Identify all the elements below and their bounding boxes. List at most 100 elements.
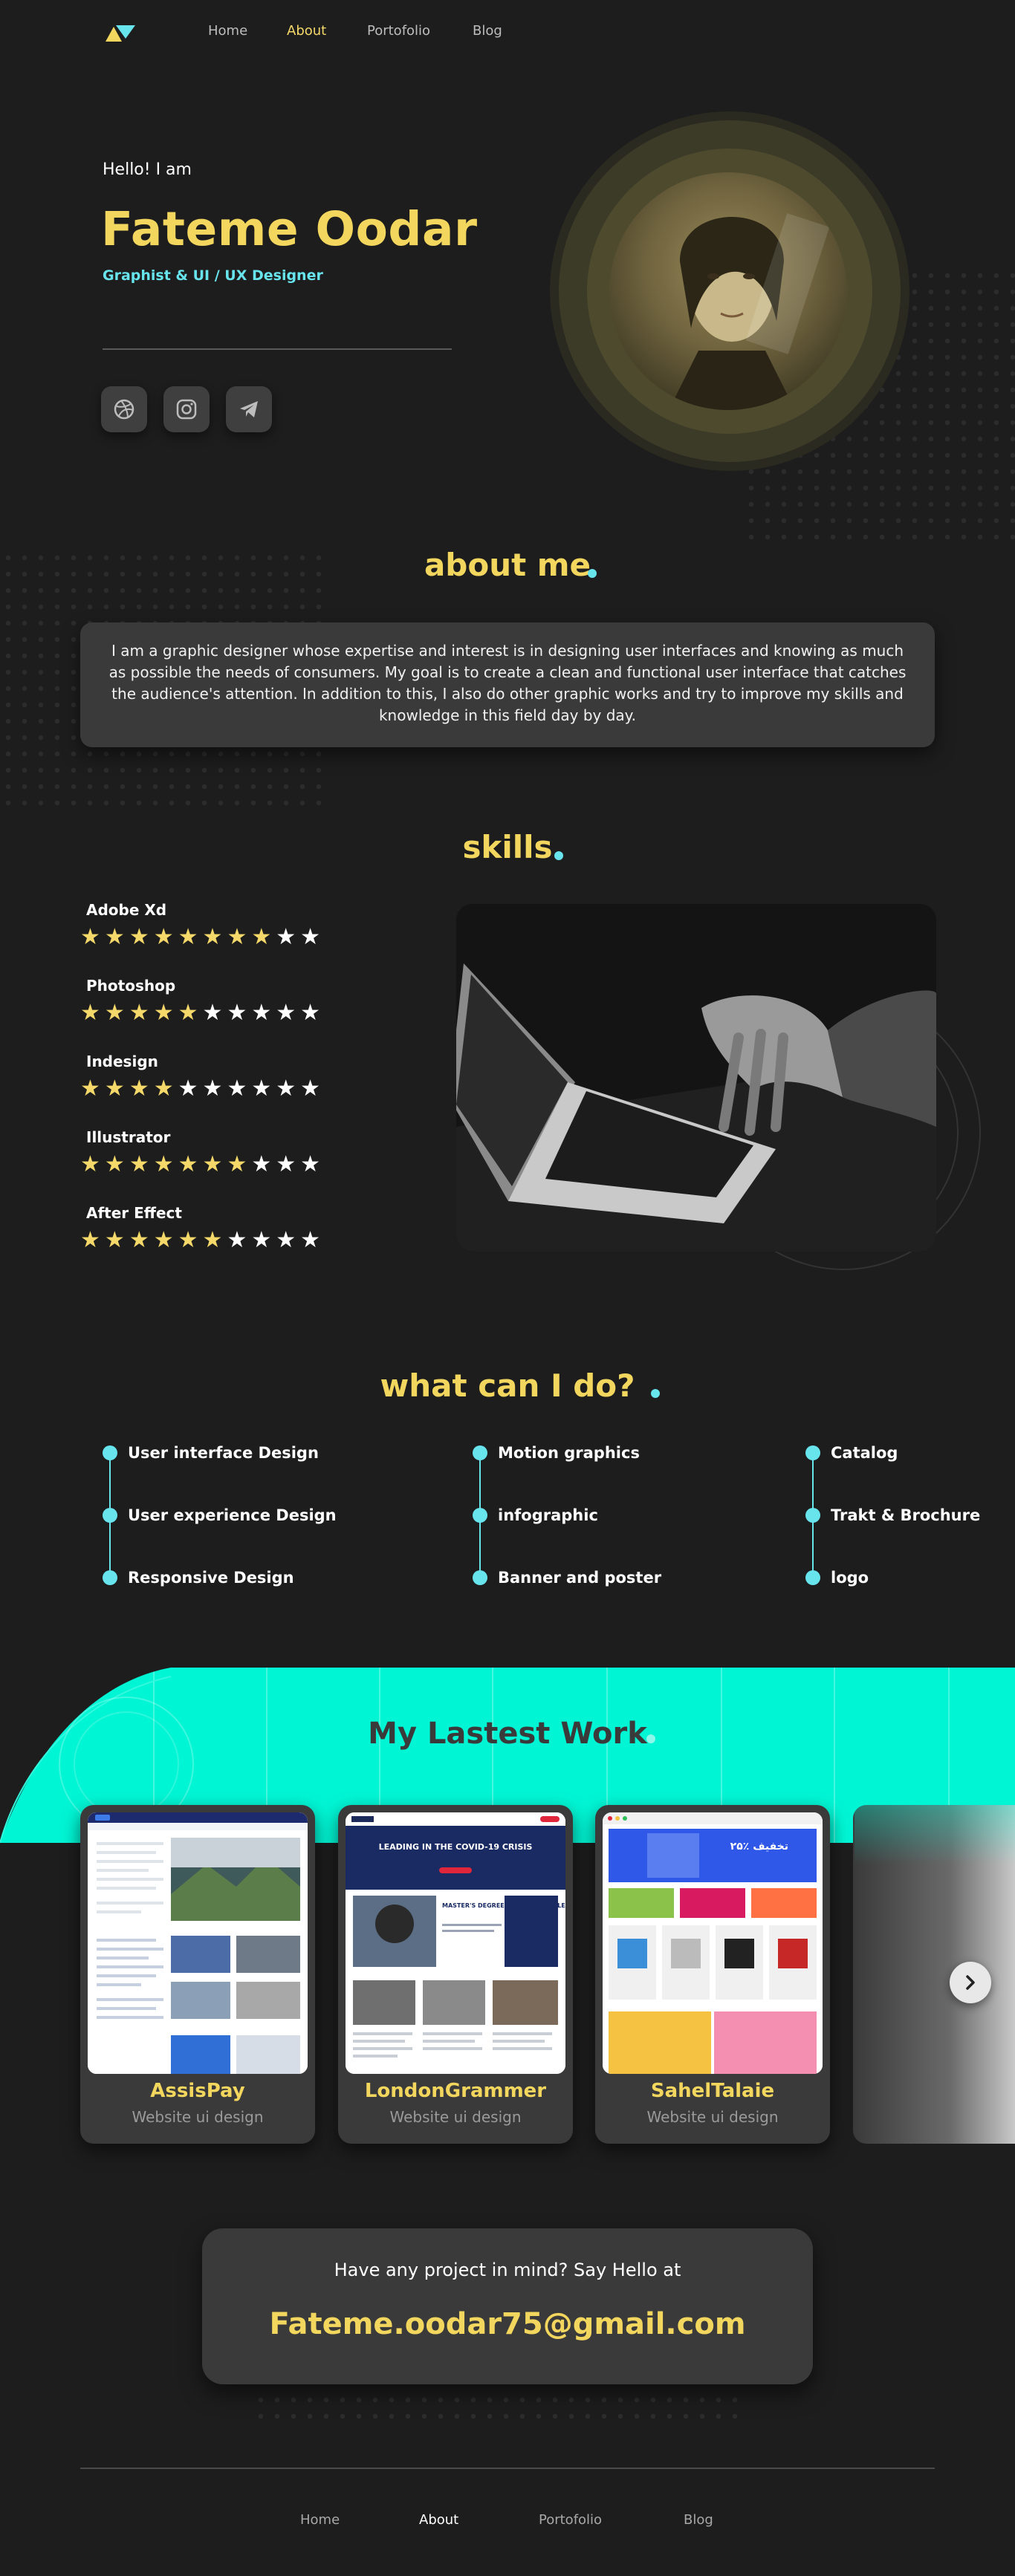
- hero-name: Fateme Oodar: [101, 202, 478, 256]
- card-fade: [855, 1805, 1015, 1864]
- nav-about[interactable]: About: [287, 23, 326, 39]
- star-icon: ★: [80, 1151, 105, 1177]
- skill-rating: ★★★★★★★★★★: [80, 1154, 325, 1176]
- title-dot: [651, 1389, 660, 1398]
- star-icon: ★: [178, 1151, 203, 1177]
- bullet-icon: [805, 1570, 820, 1585]
- about-title: about me: [424, 547, 591, 583]
- star-icon: ★: [178, 1000, 203, 1026]
- instagram-icon: [176, 399, 197, 420]
- saheltalaie-preview: ۲۵٪ تخفیف: [603, 1812, 823, 2074]
- hero-greeting: Hello! I am: [103, 160, 192, 179]
- card-title: AssisPay: [150, 2080, 245, 2102]
- service-label: logo: [831, 1569, 869, 1587]
- star-icon: ★: [227, 924, 252, 950]
- star-icon: ★: [202, 1000, 227, 1026]
- footer-home[interactable]: Home: [300, 2512, 340, 2528]
- telegram-icon: [240, 401, 258, 417]
- work-card-saheltalaie[interactable]: ۲۵٪ تخفیف SahelTalaie Website ui design: [595, 1805, 830, 2144]
- service-label: Banner and poster: [498, 1569, 662, 1587]
- work-card-londongrammer[interactable]: LEADING IN THE COVID-19 CRISIS MASTER'S …: [338, 1805, 573, 2144]
- skill-name: Adobe Xd: [86, 901, 167, 919]
- service-item: Banner and poster: [473, 1569, 661, 1587]
- nav-blog[interactable]: Blog: [473, 23, 502, 39]
- logo-icon[interactable]: [103, 22, 137, 43]
- star-icon: ★: [276, 1227, 301, 1253]
- service-label: User interface Design: [128, 1444, 319, 1462]
- star-icon: ★: [251, 1076, 276, 1102]
- star-icon: ★: [104, 1227, 129, 1253]
- skill-name: After Effect: [86, 1204, 182, 1222]
- dribbble-button[interactable]: [101, 386, 147, 432]
- footer-blog[interactable]: Blog: [684, 2512, 713, 2528]
- instagram-button[interactable]: [163, 386, 210, 432]
- star-icon: ★: [129, 1076, 154, 1102]
- service-item: Responsive Design: [103, 1569, 294, 1587]
- service-item: Trakt & Brochure: [805, 1506, 980, 1524]
- star-icon: ★: [300, 1000, 325, 1026]
- card-title: LondonGrammer: [364, 2080, 547, 2102]
- star-icon: ★: [202, 1227, 227, 1253]
- star-icon: ★: [153, 1227, 178, 1253]
- skill-rating: ★★★★★★★★★★: [80, 926, 325, 949]
- star-icon: ★: [300, 1151, 325, 1177]
- service-label: Trakt & Brochure: [831, 1506, 981, 1524]
- footer-portofolio[interactable]: Portofolio: [539, 2512, 602, 2528]
- bullet-icon: [805, 1445, 820, 1460]
- hero-role: Graphist & UI / UX Designer: [103, 267, 323, 284]
- card-title: SahelTalaie: [650, 2080, 775, 2102]
- nav-portofolio[interactable]: Portofolio: [367, 23, 430, 39]
- service-label: User experience Design: [128, 1506, 337, 1524]
- service-item: Catalog: [805, 1444, 898, 1462]
- star-icon: ★: [104, 924, 129, 950]
- footer-about[interactable]: About: [419, 2512, 458, 2528]
- star-icon: ★: [129, 1000, 154, 1026]
- london-headline: LEADING IN THE COVID-19 CRISIS: [379, 1842, 533, 1852]
- star-icon: ★: [276, 924, 301, 950]
- star-icon: ★: [276, 1151, 301, 1177]
- star-icon: ★: [202, 1151, 227, 1177]
- title-dot: [646, 1734, 655, 1743]
- dribbble-icon: [114, 399, 134, 420]
- skill-name: Photoshop: [86, 977, 176, 995]
- nav-home[interactable]: Home: [208, 23, 247, 39]
- star-icon: ★: [251, 1227, 276, 1253]
- divider: [103, 348, 452, 350]
- carousel-next-button[interactable]: [950, 1962, 991, 2003]
- contact-email[interactable]: Fateme.oodar75@gmail.com: [202, 2307, 813, 2341]
- star-icon: ★: [300, 1227, 325, 1253]
- bullet-icon: [103, 1445, 117, 1460]
- star-icon: ★: [153, 1076, 178, 1102]
- star-icon: ★: [251, 1000, 276, 1026]
- skills-title: skills: [462, 829, 553, 865]
- telegram-button[interactable]: [226, 386, 272, 432]
- star-icon: ★: [153, 1000, 178, 1026]
- bullet-icon: [473, 1445, 487, 1460]
- bullet-icon: [103, 1570, 117, 1585]
- star-icon: ★: [202, 924, 227, 950]
- star-icon: ★: [129, 1227, 154, 1253]
- bullet-icon: [473, 1508, 487, 1523]
- star-icon: ★: [129, 1151, 154, 1177]
- service-label: infographic: [498, 1506, 598, 1524]
- skill-rating: ★★★★★★★★★★: [80, 1229, 325, 1252]
- star-icon: ★: [153, 924, 178, 950]
- dot-pattern: [253, 2392, 743, 2421]
- sahel-banner-text: ۲۵٪ تخفیف: [730, 1841, 788, 1853]
- star-icon: ★: [80, 924, 105, 950]
- laptop-photo: [456, 904, 936, 1252]
- service-item: Motion graphics: [473, 1444, 640, 1462]
- about-text: I am a graphic designer whose expertise …: [80, 622, 935, 747]
- profile-photo: [609, 172, 847, 410]
- star-icon: ★: [104, 1000, 129, 1026]
- star-icon: ★: [227, 1227, 252, 1253]
- service-label: Catalog: [831, 1444, 898, 1462]
- star-icon: ★: [153, 1151, 178, 1177]
- work-card-assispay[interactable]: AssisPay Website ui design: [80, 1805, 315, 2144]
- bullet-icon: [805, 1508, 820, 1523]
- londongrammer-preview: LEADING IN THE COVID-19 CRISIS MASTER'S …: [346, 1812, 565, 2074]
- star-icon: ★: [129, 924, 154, 950]
- services-title: what can I do?: [380, 1367, 635, 1404]
- service-item: User experience Design: [103, 1506, 337, 1524]
- bullet-icon: [473, 1570, 487, 1585]
